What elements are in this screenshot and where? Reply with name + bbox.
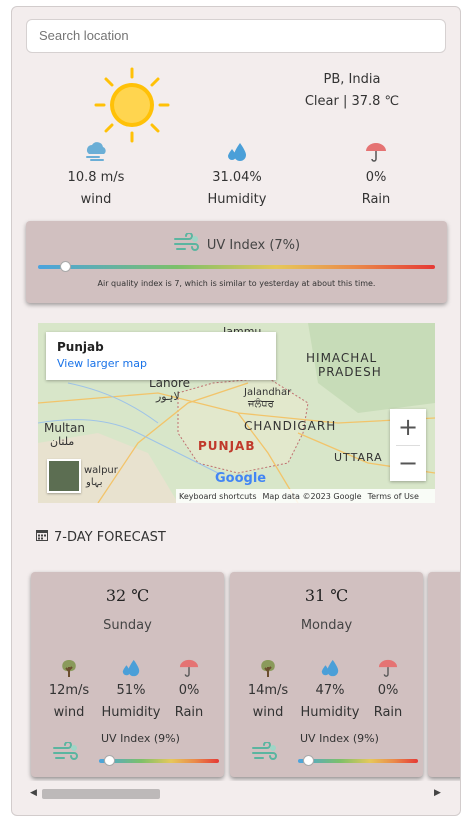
tree-icon [238,656,298,680]
scroll-right-arrow[interactable]: ▶ [434,788,441,798]
map-embed[interactable]: Jammu HIMACHAL PRADESH Lahore لاہور Jala… [38,323,435,503]
map-label-lahore-urdu: لاہور [156,390,180,403]
rain-label: Rain [361,192,391,207]
map-label-multan-urdu: ملتان [50,435,75,448]
map-data-text: Map data ©2023 Google [262,491,362,501]
wind-gauge-icon [51,741,81,766]
rain-stat: 0% Rain [321,139,431,209]
forecast-scrollbar[interactable]: ◀ ▶ [26,787,446,801]
forecast-day: Sunday [103,618,152,633]
forecast-scroller[interactable]: 32 ℃ Sunday 12m/s wind 51% Humidity 0% R… [12,567,460,781]
keyboard-shortcuts-link[interactable]: Keyboard shortcuts [179,492,256,501]
map-label-jalandhar-punjabi: ਜਲੰਧਰ [248,399,274,410]
uv-title-text: UV Index (7%) [206,237,301,253]
map-footer: Keyboard shortcuts Map data ©2023 Google… [176,489,435,503]
map-label-punjab: PUNJAB [198,439,256,453]
uv-gradient-bar [38,265,435,269]
wind-icon [41,139,151,165]
location-text: PB, India [323,72,381,87]
uv-title: UV Index (7%) [26,232,447,257]
map-label-bahawalpur-urdu: بہاو [86,477,103,488]
forecast-humidity-label: Humidity [101,705,161,720]
zoom-divider [396,445,420,446]
tree-icon [39,656,99,680]
water-drop-icon [101,656,161,680]
forecast-uv-label: UV Index (9%) [300,732,379,745]
satellite-toggle[interactable] [47,459,81,493]
forecast-rain: 0% Rain [358,656,418,724]
map-label-bahawalpur: walpur [84,465,118,476]
forecast-wind-value: 12m/s [48,683,90,698]
forecast-humidity: 47% Humidity [300,656,360,724]
water-drop-icon [300,656,360,680]
wind-gauge-icon [173,232,201,257]
forecast-rain-value: 0% [178,683,200,698]
search-input[interactable] [26,19,446,53]
forecast-uv-bar [99,759,219,763]
umbrella-icon [159,656,219,680]
view-larger-map-link[interactable]: View larger map [57,357,265,370]
map-place-name: Punjab [57,340,104,354]
forecast-humidity-label: Humidity [300,705,360,720]
wind-value: 10.8 m/s [67,170,125,185]
forecast-wind-value: 14m/s [247,683,289,698]
forecast-humidity-value: 47% [315,683,345,698]
weather-panel: PB, India Clear | 37.8 ℃ 10.8 m/s wind 3… [11,6,461,816]
scrollbar-thumb[interactable] [42,789,160,799]
current-location: PB, India Clear | 37.8 ℃ [272,69,432,113]
map-label-jalandhar: Jalandhar [244,387,292,398]
forecast-temp: 32 ℃ [105,586,150,605]
zoom-out-button[interactable]: − [390,445,426,481]
forecast-rain: 0% Rain [159,656,219,724]
google-logo: Google [215,471,267,486]
forecast-uv-knob[interactable] [104,755,116,766]
rain-value: 0% [365,170,387,185]
map-info-card: Punjab View larger map [46,332,276,380]
calendar-icon [36,529,48,545]
wind-label: wind [80,192,112,207]
uv-slider-knob[interactable] [60,261,72,272]
forecast-humidity: 51% Humidity [101,656,161,724]
map-label-multan: Multan [44,421,85,435]
terms-link[interactable]: Terms of Use [368,492,419,501]
forecast-uv-label: UV Index (9%) [101,732,180,745]
zoom-in-button[interactable]: + [390,409,426,445]
sun-icon [94,67,170,143]
condition-text: Clear | 37.8 ℃ [304,94,400,109]
forecast-wind-label: wind [53,705,85,720]
forecast-card: 32 ℃ Sunday 12m/s wind 51% Humidity 0% R… [31,572,224,777]
uv-index-card: UV Index (7%) Air quality index is 7, wh… [26,221,447,303]
humidity-label: Humidity [207,192,267,207]
scroll-left-arrow[interactable]: ◀ [30,788,37,798]
forecast-card-partial [428,572,460,777]
umbrella-icon [358,656,418,680]
humidity-stat: 31.04% Humidity [182,139,292,209]
forecast-card: 31 ℃ Monday 14m/s wind 47% Humidity 0% R… [230,572,423,777]
forecast-humidity-value: 51% [116,683,146,698]
forecast-rain-label: Rain [174,705,204,720]
forecast-uv-knob[interactable] [303,755,315,766]
forecast-day: Monday [300,618,353,633]
wind-gauge-icon [250,741,280,766]
umbrella-icon [321,139,431,165]
wind-stat: 10.8 m/s wind [41,139,151,209]
forecast-heading-text: 7-DAY FORECAST [54,529,166,545]
humidity-value: 31.04% [212,170,262,185]
forecast-rain-value: 0% [377,683,399,698]
forecast-wind: 12m/s wind [39,656,99,724]
forecast-wind-label: wind [252,705,284,720]
uv-note: Air quality index is 7, which is similar… [97,279,376,288]
forecast-uv-bar [298,759,418,763]
map-label-chandigarh: CHANDIGARH [244,419,337,433]
map-zoom-control: + − [390,409,426,481]
forecast-temp: 31 ℃ [304,586,349,605]
water-drop-icon [182,139,292,165]
forecast-rain-label: Rain [373,705,403,720]
map-label-uttara: UTTARA [334,451,383,464]
forecast-heading: 7-DAY FORECAST [36,529,166,545]
map-label-himachal: HIMACHAL [306,351,378,365]
map-label-pradesh: PRADESH [318,365,382,379]
forecast-wind: 14m/s wind [238,656,298,724]
